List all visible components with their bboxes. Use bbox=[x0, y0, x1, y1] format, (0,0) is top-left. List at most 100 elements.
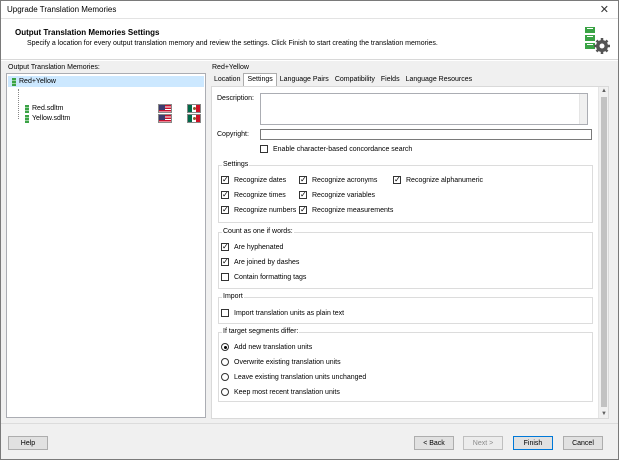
option-label: Recognize acronyms bbox=[312, 176, 378, 184]
option-label: Are joined by dashes bbox=[234, 258, 300, 266]
keep-most-recent-radio[interactable]: Keep most recent translation units bbox=[221, 388, 340, 396]
option-label: Recognize variables bbox=[312, 191, 376, 199]
import-group-title: Import bbox=[222, 293, 244, 300]
translation-memory-settings-icon bbox=[585, 27, 610, 54]
leave-unchanged-radio[interactable]: Leave existing translation units unchang… bbox=[221, 373, 366, 381]
next-button[interactable]: Next > bbox=[463, 436, 503, 450]
concordance-checkbox[interactable]: Enable character-based concordance searc… bbox=[260, 145, 412, 153]
recognize-times-checkbox[interactable]: Recognize times bbox=[221, 189, 286, 200]
mexico-flag-icon bbox=[187, 104, 201, 113]
recognize-dates-checkbox[interactable]: Recognize dates bbox=[221, 174, 287, 185]
checkbox-checked-icon bbox=[393, 174, 401, 185]
copyright-label: Copyright: bbox=[217, 131, 249, 138]
formatting-tags-checkbox[interactable]: Contain formatting tags bbox=[221, 273, 306, 281]
tree-item-label: Red.sdltm bbox=[32, 105, 64, 112]
recognize-acronyms-checkbox[interactable]: Recognize acronyms bbox=[299, 174, 378, 185]
output-tms-label: Output Translation Memories: bbox=[8, 64, 100, 71]
option-label: Recognize numbers bbox=[234, 206, 297, 214]
translation-memory-icon bbox=[25, 114, 29, 123]
tree-item-label: Red+Yellow bbox=[19, 78, 56, 85]
wizard-footer: Help < Back Next > Finish Cancel bbox=[1, 423, 618, 459]
recognize-variables-checkbox[interactable]: Recognize variables bbox=[299, 189, 376, 200]
close-icon[interactable]: ✕ bbox=[600, 3, 609, 16]
finish-button[interactable]: Finish bbox=[513, 436, 553, 450]
recognize-measurements-checkbox[interactable]: Recognize measurements bbox=[299, 204, 394, 215]
option-label: Recognize dates bbox=[234, 176, 287, 184]
tab-settings[interactable]: Settings bbox=[243, 73, 277, 86]
checkbox-icon bbox=[221, 309, 229, 317]
recognize-alphanumeric-checkbox[interactable]: Recognize alphanumeric bbox=[393, 174, 484, 185]
add-new-radio[interactable]: Add new translation units bbox=[221, 343, 312, 351]
selected-tm-label: Red+Yellow bbox=[212, 64, 249, 71]
target-differ-group-title: If target segments differ: bbox=[222, 328, 300, 335]
tree-item-label: Yellow.sdltm bbox=[32, 115, 71, 122]
radio-selected-icon bbox=[221, 343, 229, 351]
scroll-down-icon[interactable]: ▼ bbox=[601, 411, 607, 417]
checkbox-checked-icon bbox=[221, 204, 229, 215]
count-words-group-title: Count as one if words: bbox=[222, 228, 294, 235]
option-label: Recognize times bbox=[234, 191, 286, 199]
overwrite-radio[interactable]: Overwrite existing translation units bbox=[221, 358, 341, 366]
wizard-header: Output Translation Memories Settings Spe… bbox=[1, 20, 618, 60]
mexico-flag-icon bbox=[187, 114, 201, 123]
checkbox-checked-icon bbox=[221, 189, 229, 200]
tree-connector bbox=[18, 89, 19, 119]
target-differ-group: If target segments differ: Add new trans… bbox=[218, 328, 593, 402]
upgrade-tm-window: Upgrade Translation Memories ✕ Output Tr… bbox=[0, 0, 619, 460]
option-label: Leave existing translation units unchang… bbox=[234, 373, 367, 381]
option-label: Import translation units as plain text bbox=[234, 309, 345, 317]
option-label: Recognize measurements bbox=[312, 206, 394, 214]
tab-location[interactable]: Location bbox=[211, 74, 243, 86]
output-tm-tree[interactable]: Red+Yellow Red.sdltm Yellow.sdltm bbox=[6, 73, 206, 418]
radio-icon bbox=[221, 358, 229, 366]
settings-group: Settings Recognize dates Recognize times… bbox=[218, 161, 593, 223]
window-title: Upgrade Translation Memories bbox=[7, 5, 117, 14]
checkbox-checked-icon bbox=[299, 174, 307, 185]
translation-memory-icon bbox=[12, 77, 16, 86]
count-words-group: Count as one if words: Are hyphenated Ar… bbox=[218, 228, 593, 289]
checkbox-checked-icon bbox=[221, 256, 229, 267]
settings-scrollbar[interactable]: ▲ ▼ bbox=[598, 87, 608, 418]
scroll-up-icon[interactable]: ▲ bbox=[601, 88, 607, 94]
settings-panel: Description: Copyright: Enable character… bbox=[211, 86, 609, 419]
checkbox-checked-icon bbox=[299, 189, 307, 200]
description-field[interactable] bbox=[260, 93, 588, 125]
option-label: Keep most recent translation units bbox=[234, 388, 340, 396]
settings-group-title: Settings bbox=[222, 161, 250, 168]
us-flag-icon bbox=[158, 104, 172, 113]
checkbox-checked-icon bbox=[299, 204, 307, 215]
page-subtitle: Specify a location for every output tran… bbox=[27, 40, 438, 47]
help-button[interactable]: Help bbox=[8, 436, 48, 450]
description-label: Description: bbox=[217, 95, 254, 102]
page-title: Output Translation Memories Settings bbox=[15, 28, 160, 37]
scrollbar-thumb[interactable] bbox=[601, 97, 607, 407]
option-label: Recognize alphanumeric bbox=[406, 176, 484, 184]
tab-language-pairs[interactable]: Language Pairs bbox=[277, 74, 332, 86]
tree-item-yellow-sdltm[interactable]: Yellow.sdltm bbox=[21, 113, 201, 124]
option-label: Are hyphenated bbox=[234, 243, 284, 251]
tab-compatibility[interactable]: Compatibility bbox=[332, 74, 378, 86]
radio-icon bbox=[221, 373, 229, 381]
plain-text-checkbox[interactable]: Import translation units as plain text bbox=[221, 309, 344, 317]
concordance-label: Enable character-based concordance searc… bbox=[273, 145, 413, 153]
radio-icon bbox=[221, 388, 229, 396]
hyphenated-checkbox[interactable]: Are hyphenated bbox=[221, 241, 284, 252]
description-scrollbar[interactable] bbox=[579, 94, 587, 124]
option-label: Add new translation units bbox=[234, 343, 313, 351]
import-group: Import Import translation units as plain… bbox=[218, 293, 593, 324]
tree-item-red-yellow[interactable]: Red+Yellow bbox=[8, 76, 204, 87]
option-label: Overwrite existing translation units bbox=[234, 358, 341, 366]
back-button[interactable]: < Back bbox=[414, 436, 454, 450]
checkbox-checked-icon bbox=[221, 241, 229, 252]
checkbox-icon bbox=[260, 145, 268, 153]
recognize-numbers-checkbox[interactable]: Recognize numbers bbox=[221, 204, 297, 215]
wizard-content: Output Translation Memories: Red+Yellow … bbox=[1, 61, 618, 423]
tab-language-resources[interactable]: Language Resources bbox=[403, 74, 476, 86]
cancel-button[interactable]: Cancel bbox=[563, 436, 603, 450]
tab-fields[interactable]: Fields bbox=[378, 74, 403, 86]
title-bar: Upgrade Translation Memories ✕ bbox=[1, 1, 618, 19]
checkbox-checked-icon bbox=[221, 174, 229, 185]
copyright-field[interactable] bbox=[260, 129, 592, 140]
joined-by-dashes-checkbox[interactable]: Are joined by dashes bbox=[221, 256, 300, 267]
checkbox-icon bbox=[221, 273, 229, 281]
